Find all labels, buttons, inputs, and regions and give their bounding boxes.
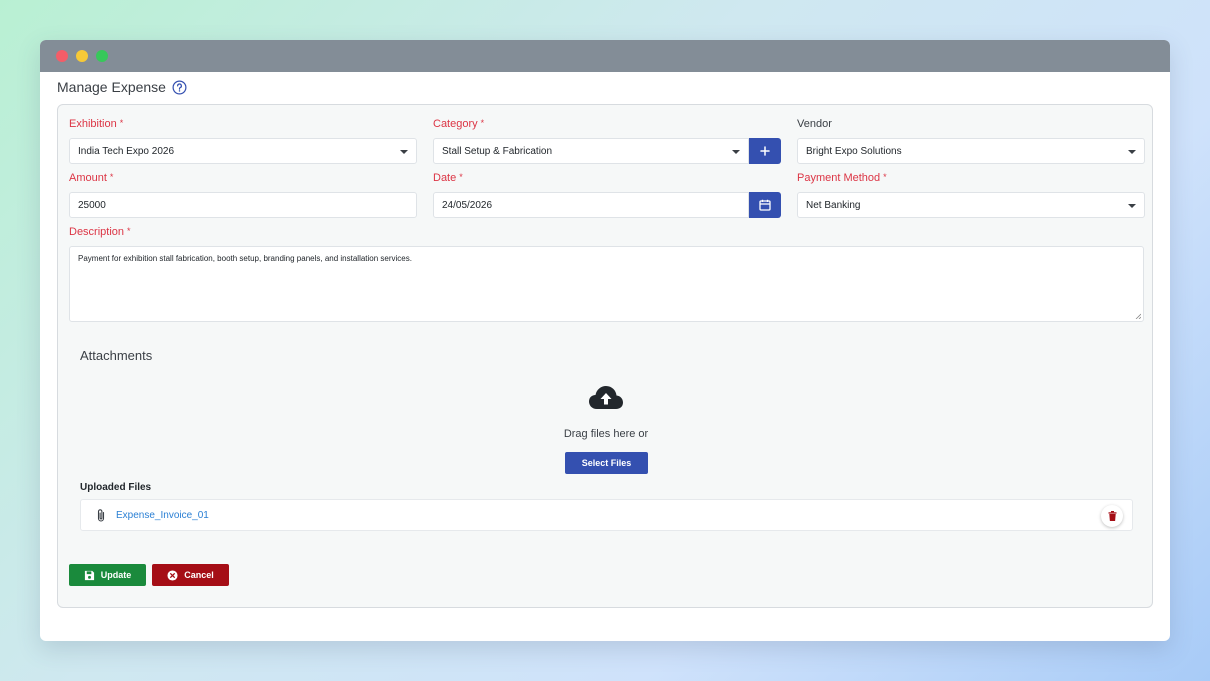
chevron-down-icon (1128, 204, 1136, 208)
update-label: Update (100, 570, 132, 580)
amount-label: Amount * (69, 172, 114, 184)
plus-icon (760, 146, 770, 156)
cloud-upload-icon (589, 386, 623, 409)
window-titlebar (40, 40, 1170, 72)
app-window: Manage Expense Exhibition * India Tech Ex… (40, 40, 1170, 641)
save-icon (84, 570, 94, 580)
vendor-select[interactable]: Bright Expo Solutions (797, 138, 1145, 164)
minimize-window-button[interactable] (76, 50, 88, 62)
date-label: Date * (433, 172, 463, 184)
maximize-window-button[interactable] (96, 50, 108, 62)
attachments-title: Attachments (80, 348, 153, 363)
vendor-label: Vendor (797, 118, 832, 130)
cancel-label: Cancel (184, 570, 214, 580)
vendor-value: Bright Expo Solutions (806, 145, 902, 157)
calendar-icon (759, 199, 771, 211)
chevron-down-icon (1128, 150, 1136, 154)
resize-handle-icon[interactable] (1135, 313, 1141, 319)
category-value: Stall Setup & Fabrication (442, 145, 553, 157)
date-input[interactable]: 24/05/2026 (433, 192, 749, 218)
category-label: Category * (433, 118, 485, 130)
chevron-down-icon (400, 150, 408, 154)
description-value: Payment for exhibition stall fabrication… (78, 254, 412, 263)
uploaded-file-row: Expense_Invoice_01 (80, 499, 1133, 531)
date-picker-button[interactable] (749, 192, 781, 218)
exhibition-value: India Tech Expo 2026 (78, 145, 175, 157)
add-category-button[interactable] (749, 138, 781, 164)
select-files-button[interactable]: Select Files (565, 452, 648, 474)
cancel-button[interactable]: Cancel (152, 564, 229, 586)
drag-files-text: Drag files here or (563, 428, 649, 440)
update-button[interactable]: Update (69, 564, 146, 586)
description-textarea[interactable]: Payment for exhibition stall fabrication… (69, 246, 1144, 322)
uploaded-file-link[interactable]: Expense_Invoice_01 (116, 510, 209, 521)
delete-file-button[interactable] (1101, 505, 1123, 527)
description-label: Description * (69, 226, 131, 238)
payment-method-select[interactable]: Net Banking (797, 192, 1145, 218)
expense-form-card: Exhibition * India Tech Expo 2026 Categor… (57, 104, 1153, 608)
close-window-button[interactable] (56, 50, 68, 62)
trash-icon (1108, 511, 1116, 521)
chevron-down-icon (732, 150, 740, 154)
help-icon[interactable] (172, 80, 187, 95)
uploaded-files-title: Uploaded Files (80, 482, 152, 493)
amount-input[interactable]: 25000 (69, 192, 417, 218)
payment-method-label: Payment Method * (797, 172, 887, 184)
paperclip-icon (97, 509, 105, 522)
close-circle-icon (167, 569, 178, 581)
page-title-row: Manage Expense (57, 79, 187, 95)
page-title: Manage Expense (57, 79, 166, 95)
date-value: 24/05/2026 (442, 199, 493, 211)
category-select[interactable]: Stall Setup & Fabrication (433, 138, 749, 164)
amount-value: 25000 (78, 199, 106, 211)
exhibition-label: Exhibition * (69, 118, 124, 130)
payment-method-value: Net Banking (806, 199, 861, 211)
exhibition-select[interactable]: India Tech Expo 2026 (69, 138, 417, 164)
